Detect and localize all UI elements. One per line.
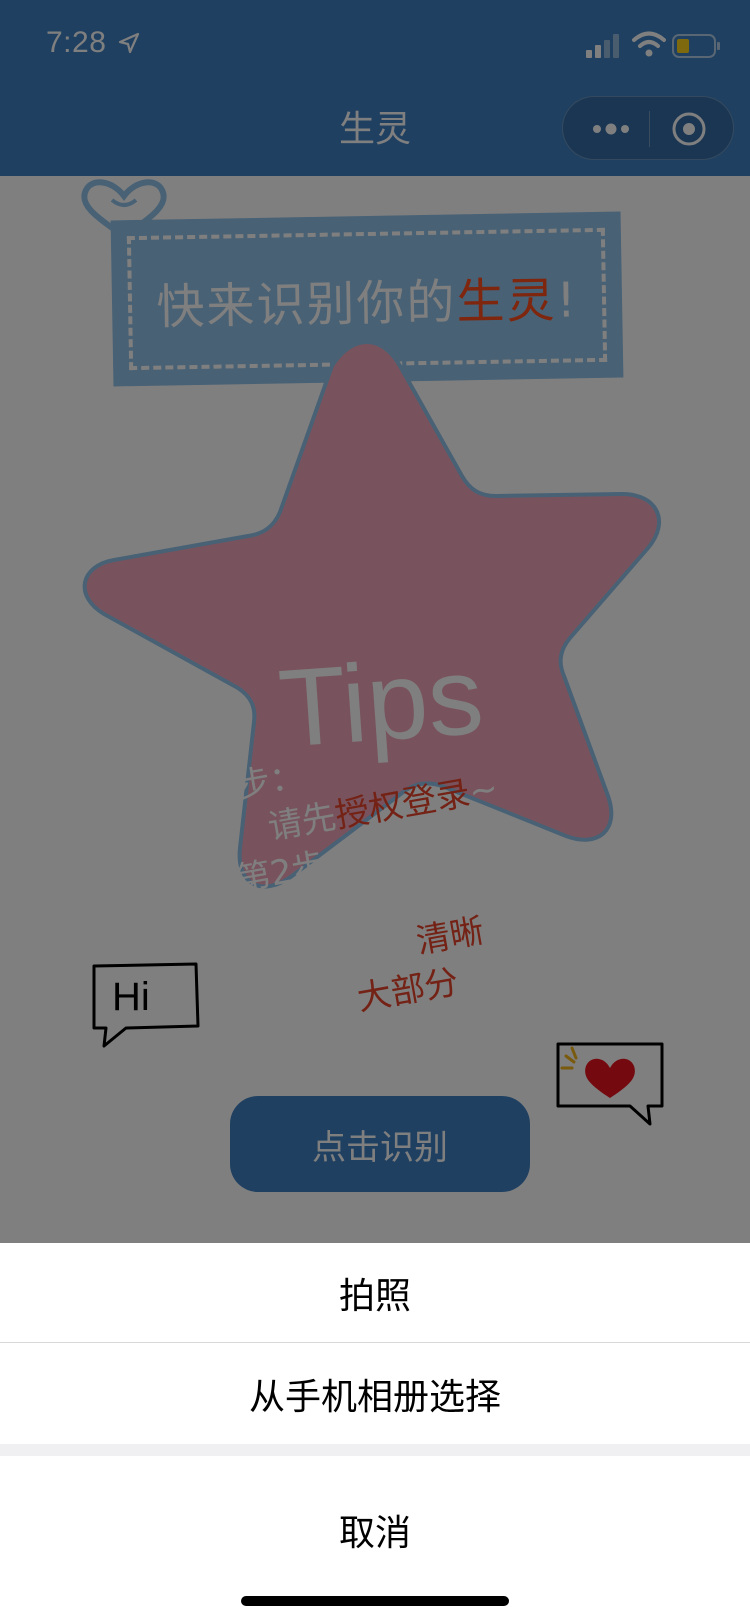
action-sheet: 拍照 从手机相册选择 取消 [0,1243,750,1624]
app-screen: 7:28 生灵 [0,0,750,1624]
take-photo-option[interactable]: 拍照 [0,1243,750,1343]
home-indicator[interactable] [241,1596,509,1606]
choose-from-album-option[interactable]: 从手机相册选择 [0,1343,750,1444]
